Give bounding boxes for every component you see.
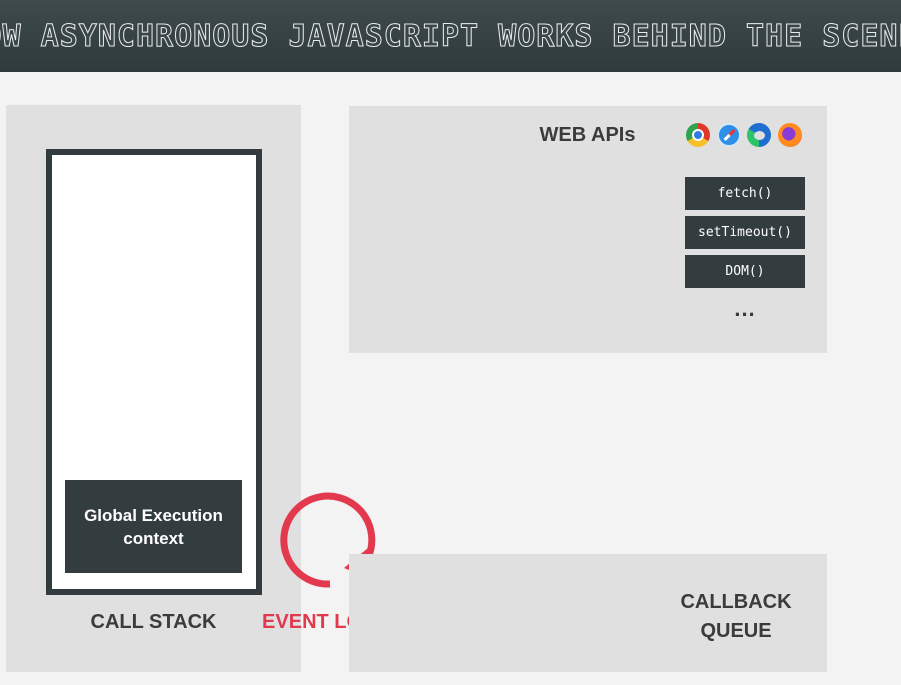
global-execution-context-box: Global Execution context [65,480,242,573]
global-execution-context-label: Global Execution context [84,505,223,548]
web-apis-title: WEB APIs [539,124,636,146]
page-title: HOW ASYNCHRONOUS JAVASCRIPT WORKS BEHIND… [0,18,901,54]
more-apis-ellipsis: ... [734,296,756,321]
safari-icon [717,123,741,147]
edge-icon [747,123,771,147]
firefox-icon [778,123,802,147]
fetch-api-box: fetch() [685,177,805,210]
dom-api-box: DOM() [685,255,805,288]
chrome-icon [686,123,710,147]
callback-queue-label: CALLBACK QUEUE [680,591,792,642]
settimeout-api-box: setTimeout() [685,216,805,249]
title-bar: HOW ASYNCHRONOUS JAVASCRIPT WORKS BEHIND… [0,0,901,72]
